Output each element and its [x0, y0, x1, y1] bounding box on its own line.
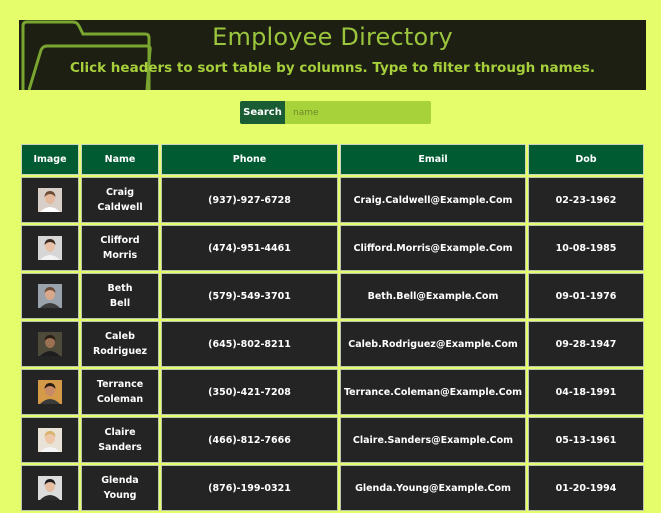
name-cell: Clifford Morris: [81, 225, 159, 271]
image-cell: [21, 369, 79, 415]
phone-cell: (466)-812-7666: [161, 417, 338, 463]
last-name: Caldwell: [97, 202, 143, 213]
dob-cell: 09-01-1976: [528, 273, 644, 319]
column-header-email[interactable]: Email: [340, 144, 526, 175]
name-cell: Craig Caldwell: [81, 177, 159, 223]
avatar: [38, 284, 62, 308]
image-cell: [21, 273, 79, 319]
dob-cell: 01-20-1994: [528, 465, 644, 511]
image-cell: [21, 417, 79, 463]
avatar: [38, 476, 62, 500]
name-cell: Glenda Young: [81, 465, 159, 511]
first-name: Glenda: [101, 475, 139, 486]
phone-cell: (350)-421-7208: [161, 369, 338, 415]
email-cell: Clifford.Morris@Example.Com: [340, 225, 526, 271]
phone-cell: (645)-802-8211: [161, 321, 338, 367]
avatar: [38, 332, 62, 356]
page-header: Employee Directory Click headers to sort…: [19, 20, 646, 90]
phone-cell: (474)-951-4461: [161, 225, 338, 271]
name-cell: Terrance Coleman: [81, 369, 159, 415]
table-row: Glenda Young (876)-199-0321 Glenda.Young@Ex…: [21, 465, 644, 511]
first-name: Terrance: [96, 379, 144, 390]
phone-cell: (937)-927-6728: [161, 177, 338, 223]
avatar: [38, 236, 62, 260]
first-name: Clifford: [100, 235, 140, 246]
search-label: Search: [240, 101, 285, 124]
page-title: Employee Directory: [212, 23, 453, 51]
first-name: Caleb: [105, 331, 135, 342]
first-name: Craig: [105, 187, 135, 198]
name-cell: Caleb Rodriguez: [81, 321, 159, 367]
table-header-row: Image Name Phone Email Dob: [21, 144, 644, 175]
avatar: [38, 428, 62, 452]
table-row: Caleb Rodriguez (645)-802-8211 Caleb.Rodrig…: [21, 321, 644, 367]
email-cell: Terrance.Coleman@Example.Com: [340, 369, 526, 415]
column-header-name[interactable]: Name: [81, 144, 159, 175]
phone-cell: (579)-549-3701: [161, 273, 338, 319]
table-row: Clifford Morris (474)-951-4461 Clifford.Mor…: [21, 225, 644, 271]
last-name: Rodriguez: [92, 346, 148, 357]
dob-cell: 02-23-1962: [528, 177, 644, 223]
last-name: Young: [103, 490, 137, 501]
last-name: Sanders: [98, 442, 142, 453]
dob-cell: 04-18-1991: [528, 369, 644, 415]
column-header-phone[interactable]: Phone: [161, 144, 338, 175]
name-cell: Beth Bell: [81, 273, 159, 319]
column-header-dob[interactable]: Dob: [528, 144, 644, 175]
image-cell: [21, 321, 79, 367]
column-header-image[interactable]: Image: [21, 144, 79, 175]
first-name: Beth: [107, 283, 133, 294]
dob-cell: 10-08-1985: [528, 225, 644, 271]
dob-cell: 09-28-1947: [528, 321, 644, 367]
table-row: Craig Caldwell (937)-927-6728 Craig.Caldwel…: [21, 177, 644, 223]
first-name: Claire: [104, 427, 136, 438]
image-cell: [21, 465, 79, 511]
email-cell: Claire.Sanders@Example.Com: [340, 417, 526, 463]
email-cell: Beth.Bell@Example.Com: [340, 273, 526, 319]
email-cell: Glenda.Young@Example.Com: [340, 465, 526, 511]
page-subtitle: Click headers to sort table by columns. …: [69, 60, 596, 76]
image-cell: [21, 225, 79, 271]
email-cell: Caleb.Rodriguez@Example.Com: [340, 321, 526, 367]
table-row: Terrance Coleman (350)-421-7208 Terrance.Co…: [21, 369, 644, 415]
employee-table: Image Name Phone Email Dob Craig Caldwell…: [19, 142, 646, 513]
phone-cell: (876)-199-0321: [161, 465, 338, 511]
name-cell: Claire Sanders: [81, 417, 159, 463]
avatar: [38, 380, 62, 404]
dob-cell: 05-13-1961: [528, 417, 644, 463]
last-name: Bell: [109, 298, 131, 309]
email-cell: Craig.Caldwell@Example.Com: [340, 177, 526, 223]
table-row: Claire Sanders (466)-812-7666 Claire.Sander…: [21, 417, 644, 463]
search-bar: Search: [240, 101, 431, 124]
last-name: Coleman: [96, 394, 144, 405]
last-name: Morris: [102, 250, 138, 261]
search-input[interactable]: [285, 101, 431, 124]
image-cell: [21, 177, 79, 223]
table-row: Beth Bell (579)-549-3701 Beth.Bell@Example.…: [21, 273, 644, 319]
avatar: [38, 188, 62, 212]
